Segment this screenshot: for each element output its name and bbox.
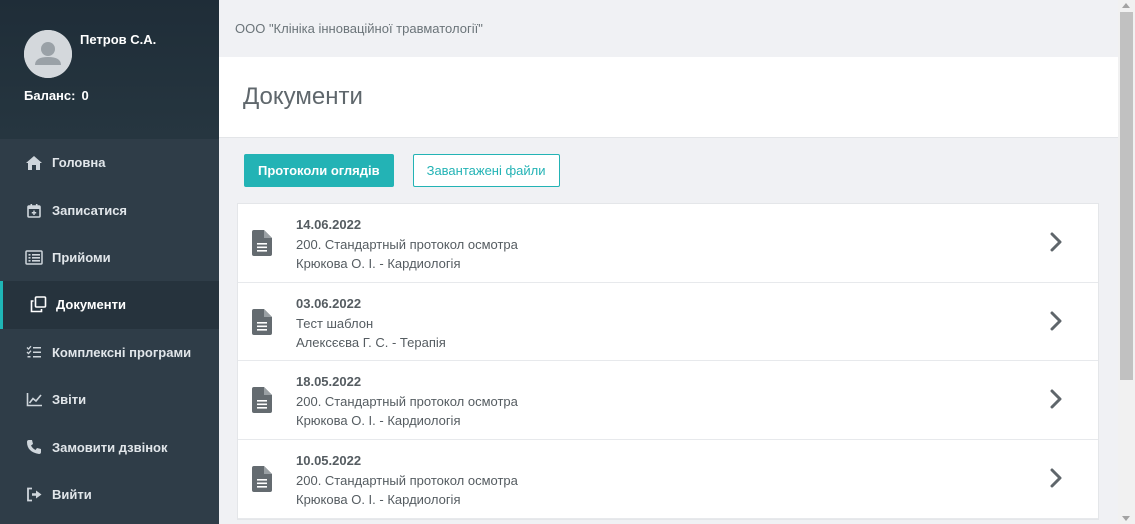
sidebar-item-reports[interactable]: Звіти (0, 376, 219, 423)
document-doctor: Крюкова О. І. - Кардиологія (296, 492, 461, 508)
document-name: Тест шаблон (296, 315, 374, 331)
file-document-icon (252, 230, 272, 256)
profile-panel: Петров С.А. Баланс: 0 (0, 0, 219, 139)
scroll-down-arrow-icon[interactable] (1122, 516, 1130, 521)
document-tabs: Протоколи оглядів Завантажені файли (244, 154, 560, 187)
list-item[interactable]: 14.06.2022 200. Стандартный протокол осм… (238, 204, 1098, 283)
user-avatar-icon (24, 30, 72, 78)
document-name: 200. Стандартный протокол осмотра (296, 473, 518, 489)
sidebar-item-documents[interactable]: Документи (0, 281, 219, 329)
document-name: 200. Стандартный протокол осмотра (296, 394, 518, 410)
document-date: 03.06.2022 (296, 295, 362, 311)
calendar-plus-icon (24, 201, 44, 219)
list-item[interactable]: 03.06.2022 Тест шаблон Алексєєва Г. С. -… (238, 283, 1098, 362)
checklist-icon (24, 343, 44, 361)
file-document-icon (252, 308, 272, 335)
document-doctor: Алексєєва Г. С. - Терапія (296, 334, 446, 350)
list-icon (24, 248, 44, 266)
main-content: ООО "Клініка інноваційної травматології"… (219, 0, 1118, 524)
sidebar-item-programs[interactable]: Комплексні програми (0, 329, 219, 376)
sidebar: Петров С.А. Баланс: 0 Головна Записатися … (0, 0, 219, 524)
sidebar-item-label: Замовити дзвінок (52, 439, 168, 455)
scroll-up-arrow-icon[interactable] (1122, 3, 1130, 8)
sidebar-item-logout[interactable]: Вийти (0, 471, 219, 518)
page-scrollbar[interactable] (1118, 0, 1135, 524)
chevron-right-icon (1050, 468, 1062, 488)
tab-protocols-button[interactable]: Протоколи оглядів (244, 154, 394, 187)
list-item[interactable]: 10.05.2022 200. Стандартный протокол осм… (238, 440, 1098, 519)
phone-icon (24, 438, 44, 456)
scrollbar-thumb[interactable] (1120, 12, 1133, 380)
documents-list: 14.06.2022 200. Стандартный протокол осм… (237, 203, 1099, 520)
file-document-icon (252, 466, 272, 493)
chevron-right-icon (1050, 389, 1062, 409)
sidebar-item-label: Вийти (52, 486, 92, 502)
sidebar-item-label: Прийоми (52, 249, 111, 265)
sidebar-item-callback[interactable]: Замовити дзвінок (0, 423, 219, 470)
list-item[interactable]: 18.05.2022 200. Стандартный протокол осм… (238, 361, 1098, 441)
sidebar-item-appointments[interactable]: Прийоми (0, 234, 219, 281)
avatar (24, 30, 72, 78)
document-date: 14.06.2022 (296, 217, 362, 232)
document-doctor: Крюкова О. І. - Кардиологія (296, 413, 461, 429)
user-name: Петров С.А. (80, 32, 157, 47)
tab-files-button[interactable]: Завантажені файли (412, 154, 560, 187)
file-document-icon (252, 387, 272, 414)
sidebar-item-label: Звіти (52, 392, 87, 408)
balance-value: 0 (81, 88, 89, 103)
balance: Баланс: 0 (24, 88, 89, 103)
sidebar-item-label: Комплексні програми (52, 344, 192, 360)
chart-line-icon (24, 391, 44, 409)
sidebar-item-label: Записатися (52, 202, 128, 218)
home-icon (24, 154, 44, 172)
chevron-right-icon (1050, 311, 1062, 331)
page-title: Документи (243, 83, 363, 110)
page-header: Документи (219, 57, 1118, 138)
sidebar-item-label: Документи (56, 297, 126, 313)
sidebar-item-home[interactable]: Головна (0, 139, 219, 186)
sidebar-item-book[interactable]: Записатися (0, 186, 219, 233)
document-date: 10.05.2022 (296, 453, 362, 469)
balance-label: Баланс: (24, 88, 76, 103)
org-header: ООО "Клініка інноваційної травматології" (219, 0, 1118, 57)
document-date: 18.05.2022 (296, 374, 362, 390)
copy-icon (28, 296, 48, 314)
logout-icon (24, 485, 44, 503)
document-name: 200. Стандартный протокол осмотра (296, 237, 518, 252)
document-doctor: Крюкова О. І. - Кардиологія (296, 256, 461, 271)
org-name: ООО "Клініка інноваційної травматології" (235, 21, 483, 36)
sidebar-nav: Головна Записатися Прийоми Документи Ком… (0, 139, 219, 518)
sidebar-item-label: Головна (52, 155, 106, 171)
chevron-right-icon (1050, 232, 1062, 252)
